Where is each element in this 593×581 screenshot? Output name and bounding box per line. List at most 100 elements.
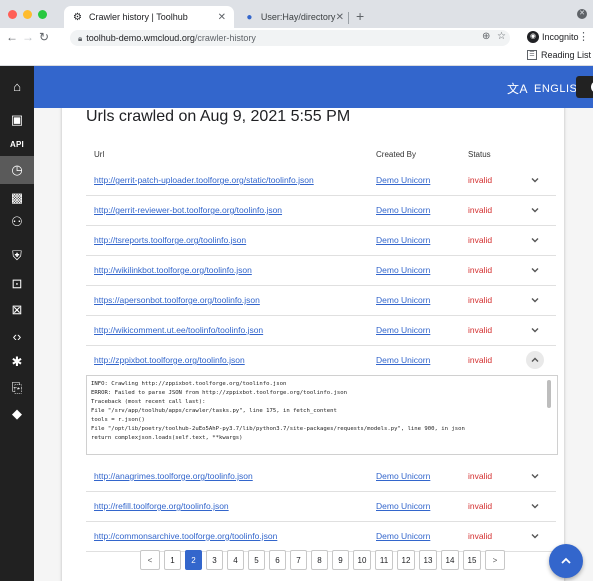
reload-button[interactable]: ↻ bbox=[39, 30, 49, 44]
created-by-link[interactable]: Demo Unicorn bbox=[376, 295, 430, 305]
page-button-11[interactable]: 11 bbox=[375, 550, 393, 570]
created-by-link[interactable]: Demo Unicorn bbox=[376, 531, 430, 541]
incognito-indicator[interactable]: ◉ Incognito bbox=[527, 31, 579, 43]
crawled-url-link[interactable]: http://anagrimes.toolforge.org/toolinfo.… bbox=[94, 471, 253, 481]
crawled-url-link[interactable]: http://gerrit-patch-uploader.toolforge.o… bbox=[94, 175, 314, 185]
zoom-icon[interactable]: ⊕ bbox=[482, 31, 490, 42]
expand-row-button[interactable] bbox=[526, 321, 544, 339]
page-button-14[interactable]: 14 bbox=[441, 550, 459, 570]
close-tab-icon[interactable]: ✕ bbox=[218, 12, 226, 23]
crawled-url-link[interactable]: http://wikicomment.ut.ee/toolinfo/toolin… bbox=[94, 325, 263, 335]
status-text: invalid bbox=[468, 205, 493, 215]
page-button-3[interactable]: 3 bbox=[206, 550, 223, 570]
crawled-url-link[interactable]: https://apersonbot.toolforge.org/toolinf… bbox=[94, 295, 260, 305]
page-button-8[interactable]: 8 bbox=[311, 550, 328, 570]
reading-list-button[interactable]: ☰ Reading List bbox=[526, 50, 591, 60]
created-by-link[interactable]: Demo Unicorn bbox=[376, 175, 430, 185]
qr-icon: ▩ bbox=[10, 190, 24, 205]
crawled-url-link[interactable]: http://tsreports.toolforge.org/toolinfo.… bbox=[94, 235, 246, 245]
url-bar[interactable]: 🔒︎ toolhub-demo.wmcloud.org/crawler-histo… bbox=[70, 30, 510, 46]
sidebar-item-diff[interactable]: ◆ bbox=[0, 400, 34, 428]
created-by-link[interactable]: Demo Unicorn bbox=[376, 501, 430, 511]
created-by-link[interactable]: Demo Unicorn bbox=[376, 265, 430, 275]
created-by-link[interactable]: Demo Unicorn bbox=[376, 325, 430, 335]
log-scrollbar[interactable] bbox=[547, 380, 551, 408]
table-row[interactable]: https://apersonbot.toolforge.org/toolinf… bbox=[86, 286, 556, 316]
address-toolbar: ← → ↻ 🔒︎ toolhub-demo.wmcloud.org/crawler… bbox=[0, 28, 593, 48]
expand-row-button[interactable] bbox=[526, 231, 544, 249]
table-row[interactable]: http://gerrit-patch-uploader.toolforge.o… bbox=[86, 166, 556, 196]
scroll-to-top-button[interactable] bbox=[549, 544, 583, 578]
expand-row-button[interactable] bbox=[526, 527, 544, 545]
page-button-13[interactable]: 13 bbox=[419, 550, 437, 570]
created-by-link[interactable]: Demo Unicorn bbox=[376, 235, 430, 245]
crawled-url-link[interactable]: http://wikilinkbot.toolforge.org/toolinf… bbox=[94, 265, 252, 275]
expand-row-button[interactable] bbox=[526, 497, 544, 515]
minimize-window-button[interactable] bbox=[23, 10, 32, 19]
created-by-link[interactable]: Demo Unicorn bbox=[376, 355, 430, 365]
table-row[interactable]: http://tsreports.toolforge.org/toolinfo.… bbox=[86, 226, 556, 256]
table-row[interactable]: http://anagrimes.toolforge.org/toolinfo.… bbox=[86, 462, 556, 492]
table-row[interactable]: http://zppixbot.toolforge.org/toolinfo.j… bbox=[86, 346, 556, 376]
url-path: /crawler-history bbox=[194, 33, 256, 43]
table-row[interactable]: http://wikilinkbot.toolforge.org/toolinf… bbox=[86, 256, 556, 286]
sidebar-item-api[interactable]: API bbox=[0, 130, 34, 158]
sidebar-item-docs[interactable]: ⎘ bbox=[0, 374, 34, 402]
crawled-url-link[interactable]: http://commonsarchive.toolforge.org/tool… bbox=[94, 531, 277, 541]
page-button-12[interactable]: 12 bbox=[397, 550, 415, 570]
wikitech-favicon-icon: ● bbox=[246, 11, 253, 23]
created-by-link[interactable]: Demo Unicorn bbox=[376, 205, 430, 215]
close-tab-icon[interactable]: ✕ bbox=[336, 12, 344, 23]
sidebar-item-bug[interactable]: ✱ bbox=[0, 348, 34, 376]
page-button-7[interactable]: 7 bbox=[290, 550, 307, 570]
page-button-1[interactable]: 1 bbox=[164, 550, 181, 570]
crawled-url-link[interactable]: http://zppixbot.toolforge.org/toolinfo.j… bbox=[94, 355, 245, 365]
sidebar-item-code[interactable]: ‹› bbox=[0, 322, 34, 350]
previous-page-button[interactable]: < bbox=[140, 550, 160, 570]
page-button-6[interactable]: 6 bbox=[269, 550, 286, 570]
language-selector[interactable]: 文A ENGLISH bbox=[507, 80, 586, 97]
sidebar-item-members[interactable]: ⚇ bbox=[0, 208, 34, 236]
page-scrollbar[interactable] bbox=[588, 130, 593, 581]
expand-row-button[interactable] bbox=[526, 351, 544, 369]
expand-row-button[interactable] bbox=[526, 291, 544, 309]
forward-button[interactable]: → bbox=[22, 30, 34, 44]
sidebar-item-history[interactable]: ◷ bbox=[0, 156, 34, 184]
add-tool-icon: ▣ bbox=[10, 112, 24, 127]
table-row[interactable]: http://commonsarchive.toolforge.org/tool… bbox=[86, 522, 556, 552]
next-page-button[interactable]: > bbox=[485, 550, 505, 570]
page-button-15[interactable]: 15 bbox=[463, 550, 481, 570]
chevron-down-icon bbox=[531, 474, 539, 479]
user-menu-button[interactable] bbox=[576, 76, 593, 98]
new-tab-button[interactable]: + bbox=[356, 8, 364, 24]
browser-menu-icon[interactable]: ⋮ bbox=[578, 30, 589, 43]
window-close-icon[interactable]: ✕ bbox=[577, 9, 587, 19]
back-button[interactable]: ← bbox=[6, 30, 18, 44]
sidebar-item-home[interactable]: ⌂ bbox=[0, 72, 34, 100]
page-button-4[interactable]: 4 bbox=[227, 550, 244, 570]
crawled-url-link[interactable]: http://refill.toolforge.org/toolinfo.jso… bbox=[94, 501, 229, 511]
tab-crawler-history[interactable]: ⚙ Crawler history | Toolhub ✕ bbox=[64, 6, 234, 28]
table-row[interactable]: http://gerrit-reviewer-bot.toolforge.org… bbox=[86, 196, 556, 226]
expand-row-button[interactable] bbox=[526, 171, 544, 189]
page-button-5[interactable]: 5 bbox=[248, 550, 265, 570]
crawl-log-output[interactable]: INFO: Crawling http://zppixbot.toolforge… bbox=[86, 375, 558, 455]
table-row[interactable]: http://refill.toolforge.org/toolinfo.jso… bbox=[86, 492, 556, 522]
expand-row-button[interactable] bbox=[526, 201, 544, 219]
sidebar-item-audit[interactable]: ⊠ bbox=[0, 296, 34, 324]
bookmark-star-icon[interactable]: ☆ bbox=[497, 31, 506, 42]
close-window-button[interactable] bbox=[8, 10, 17, 19]
page-button-2[interactable]: 2 bbox=[185, 550, 202, 570]
maximize-window-button[interactable] bbox=[38, 10, 47, 19]
sidebar-item-lists[interactable]: ⊡ bbox=[0, 270, 34, 298]
status-text: invalid bbox=[468, 295, 493, 305]
crawled-url-link[interactable]: http://gerrit-reviewer-bot.toolforge.org… bbox=[94, 205, 282, 215]
expand-row-button[interactable] bbox=[526, 261, 544, 279]
page-button-10[interactable]: 10 bbox=[353, 550, 371, 570]
created-by-link[interactable]: Demo Unicorn bbox=[376, 471, 430, 481]
page-button-9[interactable]: 9 bbox=[332, 550, 349, 570]
sidebar-item-shield[interactable]: ⛨ bbox=[0, 242, 34, 270]
tab-wikitech[interactable]: ● User:Hay/directory - Wikitech ✕ bbox=[236, 6, 346, 28]
expand-row-button[interactable] bbox=[526, 467, 544, 485]
table-row[interactable]: http://wikicomment.ut.ee/toolinfo/toolin… bbox=[86, 316, 556, 346]
